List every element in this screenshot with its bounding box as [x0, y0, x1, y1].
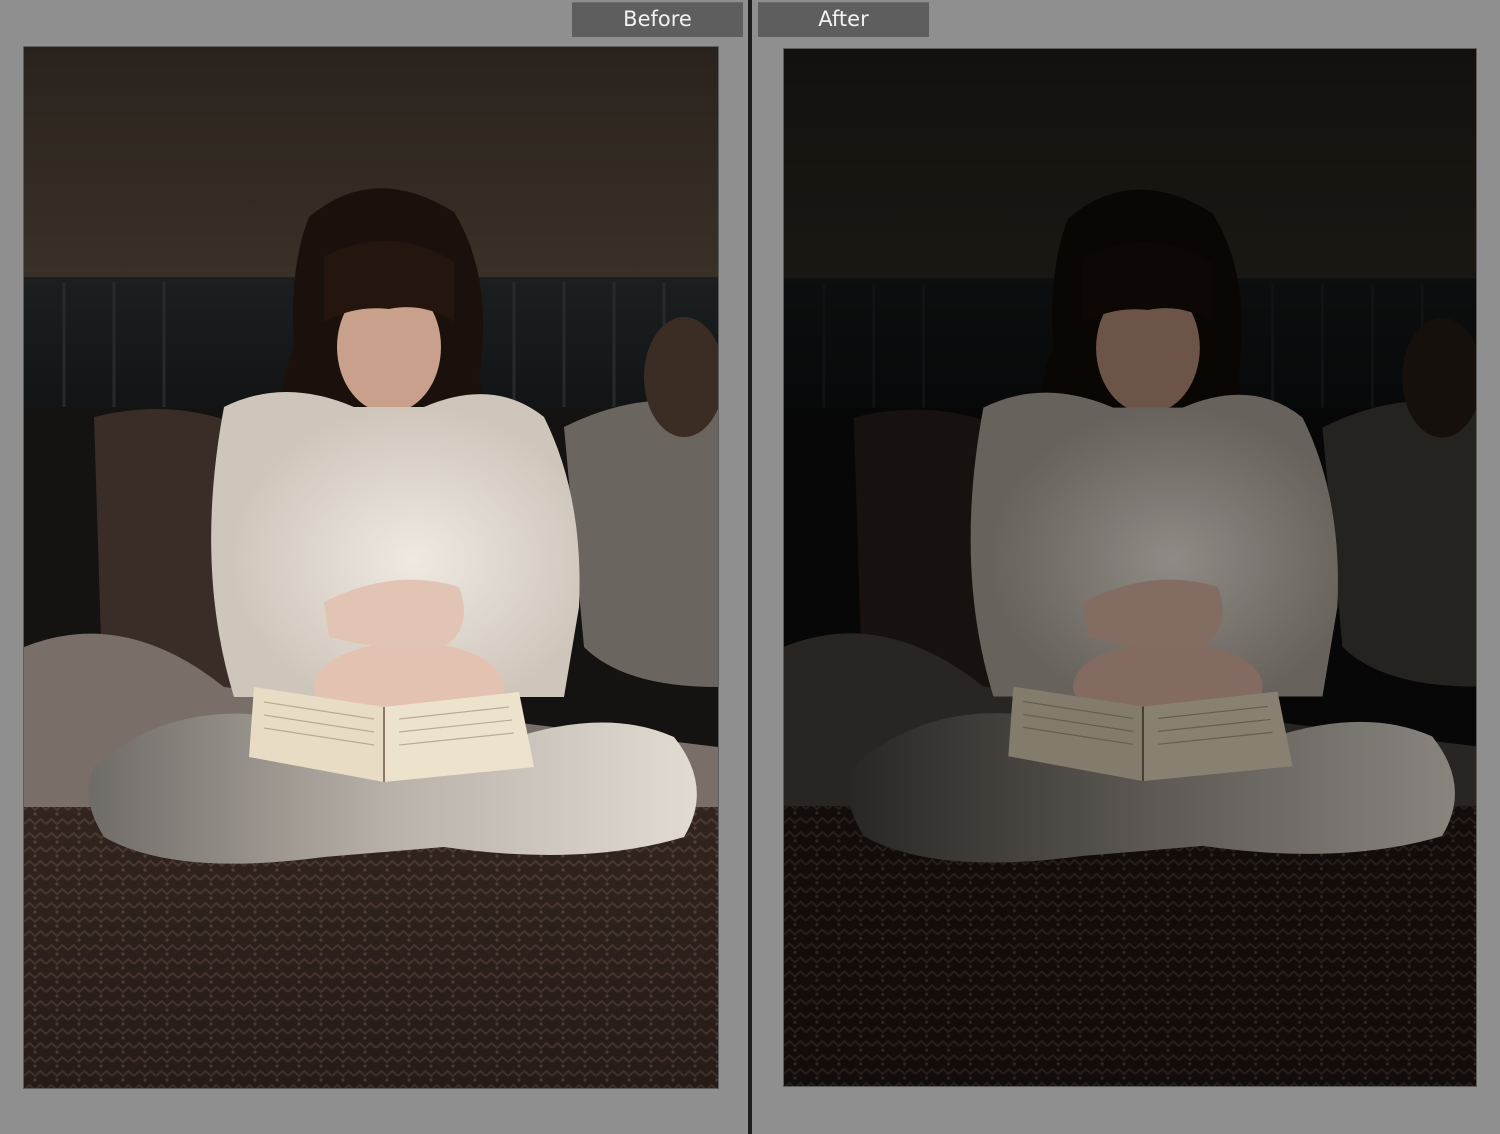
split-divider[interactable]: [748, 0, 752, 1134]
after-photo[interactable]: [784, 49, 1476, 1086]
before-photo-image: [24, 47, 718, 1088]
before-photo[interactable]: [24, 47, 718, 1088]
after-photo-image: [784, 49, 1476, 1086]
after-label: After: [758, 2, 929, 37]
before-label: Before: [572, 2, 743, 37]
before-after-compare-view: Before After: [0, 0, 1500, 1134]
